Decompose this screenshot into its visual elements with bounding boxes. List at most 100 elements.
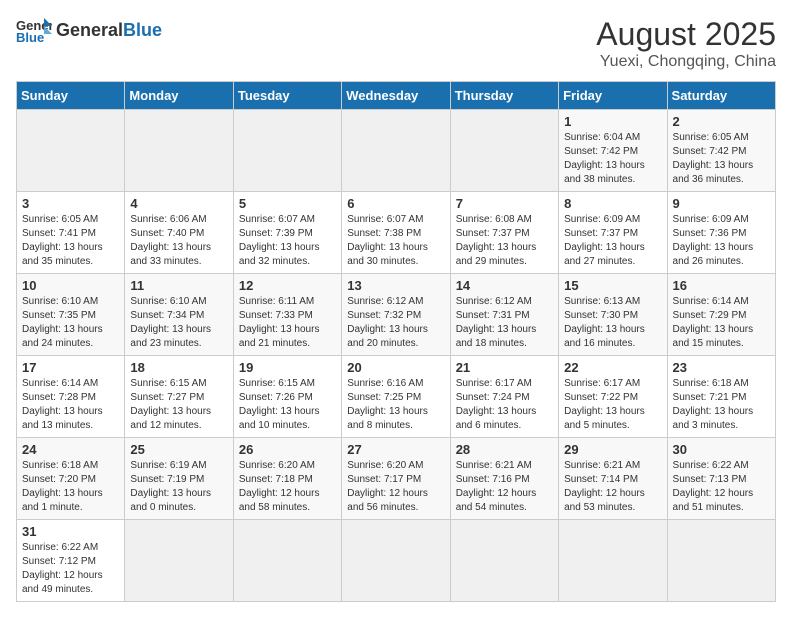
day-info: Sunrise: 6:20 AM Sunset: 7:17 PM Dayligh… [347, 459, 444, 515]
day-number: 4 [130, 196, 227, 211]
header-row: SundayMondayTuesdayWednesdayThursdayFrid… [17, 82, 776, 110]
day-info: Sunrise: 6:09 AM Sunset: 7:37 PM Dayligh… [564, 213, 661, 269]
day-cell [125, 110, 233, 192]
day-number: 9 [673, 196, 770, 211]
day-cell: 9 Sunrise: 6:09 AM Sunset: 7:36 PM Daylig… [667, 192, 775, 274]
day-cell: 23Sunrise: 6:18 AM Sunset: 7:21 PM Dayli… [667, 356, 775, 438]
day-cell: 31 Sunrise: 6:22 AM Sunset: 7:12 PM Dayli… [17, 520, 125, 602]
day-info: Sunrise: 6:09 AM Sunset: 7:36 PM Dayligh… [673, 213, 770, 269]
day-cell: 4Sunrise: 6:06 AM Sunset: 7:40 PM Daylig… [125, 192, 233, 274]
day-cell: 25 Sunrise: 6:19 AM Sunset: 7:19 PM Dayli… [125, 438, 233, 520]
header-friday: Friday [559, 82, 667, 110]
day-cell: 30Sunrise: 6:22 AM Sunset: 7:13 PM Dayli… [667, 438, 775, 520]
header-saturday: Saturday [667, 82, 775, 110]
day-cell: 26 Sunrise: 6:20 AM Sunset: 7:18 PM Dayli… [233, 438, 341, 520]
calendar-subtitle: Yuexi, Chongqing, China [596, 53, 776, 71]
day-cell [342, 110, 450, 192]
day-info: Sunrise: 6:15 AM Sunset: 7:26 PM Dayligh… [239, 377, 336, 433]
day-info: Sunrise: 6:16 AM Sunset: 7:25 PM Dayligh… [347, 377, 444, 433]
calendar-title: August 2025 [596, 16, 776, 53]
day-info: Sunrise: 6:19 AM Sunset: 7:19 PM Dayligh… [130, 459, 227, 515]
day-info: Sunrise: 6:22 AM Sunset: 7:12 PM Dayligh… [22, 541, 119, 597]
day-number: 28 [456, 442, 553, 457]
day-cell [233, 110, 341, 192]
day-info: Sunrise: 6:12 AM Sunset: 7:32 PM Dayligh… [347, 295, 444, 351]
day-cell [559, 520, 667, 602]
day-number: 10 [22, 278, 119, 293]
day-cell: 13 Sunrise: 6:12 AM Sunset: 7:32 PM Dayli… [342, 274, 450, 356]
day-info: Sunrise: 6:17 AM Sunset: 7:22 PM Dayligh… [564, 377, 661, 433]
header-sunday: Sunday [17, 82, 125, 110]
day-cell: 28Sunrise: 6:21 AM Sunset: 7:16 PM Dayli… [450, 438, 558, 520]
day-cell [342, 520, 450, 602]
header-thursday: Thursday [450, 82, 558, 110]
day-info: Sunrise: 6:04 AM Sunset: 7:42 PM Dayligh… [564, 131, 661, 187]
day-info: Sunrise: 6:10 AM Sunset: 7:35 PM Dayligh… [22, 295, 119, 351]
day-number: 11 [130, 278, 227, 293]
day-number: 5 [239, 196, 336, 211]
day-number: 14 [456, 278, 553, 293]
day-info: Sunrise: 6:18 AM Sunset: 7:20 PM Dayligh… [22, 459, 119, 515]
day-cell: 18Sunrise: 6:15 AM Sunset: 7:27 PM Dayli… [125, 356, 233, 438]
header-wednesday: Wednesday [342, 82, 450, 110]
day-number: 3 [22, 196, 119, 211]
day-info: Sunrise: 6:05 AM Sunset: 7:41 PM Dayligh… [22, 213, 119, 269]
day-cell: 24Sunrise: 6:18 AM Sunset: 7:20 PM Dayli… [17, 438, 125, 520]
week-row-1: 3 Sunrise: 6:05 AM Sunset: 7:41 PM Daylig… [17, 192, 776, 274]
day-number: 31 [22, 524, 119, 539]
week-row-3: 17 Sunrise: 6:14 AM Sunset: 7:28 PM Dayli… [17, 356, 776, 438]
day-cell: 6 Sunrise: 6:07 AM Sunset: 7:38 PM Daylig… [342, 192, 450, 274]
day-info: Sunrise: 6:17 AM Sunset: 7:24 PM Dayligh… [456, 377, 553, 433]
day-info: Sunrise: 6:14 AM Sunset: 7:28 PM Dayligh… [22, 377, 119, 433]
title-block: August 2025 Yuexi, Chongqing, China [596, 16, 776, 71]
calendar-table: SundayMondayTuesdayWednesdayThursdayFrid… [16, 81, 776, 602]
day-number: 13 [347, 278, 444, 293]
day-number: 20 [347, 360, 444, 375]
day-number: 2 [673, 114, 770, 129]
day-cell: 20 Sunrise: 6:16 AM Sunset: 7:25 PM Dayli… [342, 356, 450, 438]
day-cell: 10 Sunrise: 6:10 AM Sunset: 7:35 PM Dayli… [17, 274, 125, 356]
day-info: Sunrise: 6:22 AM Sunset: 7:13 PM Dayligh… [673, 459, 770, 515]
logo: General Blue GeneralBlue [16, 16, 162, 44]
header-tuesday: Tuesday [233, 82, 341, 110]
week-row-5: 31 Sunrise: 6:22 AM Sunset: 7:12 PM Dayli… [17, 520, 776, 602]
day-cell: 15Sunrise: 6:13 AM Sunset: 7:30 PM Dayli… [559, 274, 667, 356]
day-info: Sunrise: 6:21 AM Sunset: 7:14 PM Dayligh… [564, 459, 661, 515]
day-number: 29 [564, 442, 661, 457]
day-number: 25 [130, 442, 227, 457]
day-info: Sunrise: 6:20 AM Sunset: 7:18 PM Dayligh… [239, 459, 336, 515]
day-number: 1 [564, 114, 661, 129]
day-info: Sunrise: 6:05 AM Sunset: 7:42 PM Dayligh… [673, 131, 770, 187]
day-cell [450, 110, 558, 192]
day-number: 21 [456, 360, 553, 375]
day-info: Sunrise: 6:11 AM Sunset: 7:33 PM Dayligh… [239, 295, 336, 351]
day-info: Sunrise: 6:12 AM Sunset: 7:31 PM Dayligh… [456, 295, 553, 351]
day-number: 6 [347, 196, 444, 211]
day-number: 17 [22, 360, 119, 375]
header: General Blue GeneralBlue August 2025 Yue… [16, 16, 776, 71]
day-number: 27 [347, 442, 444, 457]
day-cell: 12Sunrise: 6:11 AM Sunset: 7:33 PM Dayli… [233, 274, 341, 356]
day-cell: 1 Sunrise: 6:04 AM Sunset: 7:42 PM Daylig… [559, 110, 667, 192]
day-cell [450, 520, 558, 602]
day-info: Sunrise: 6:15 AM Sunset: 7:27 PM Dayligh… [130, 377, 227, 433]
day-cell: 8Sunrise: 6:09 AM Sunset: 7:37 PM Daylig… [559, 192, 667, 274]
day-cell [667, 520, 775, 602]
day-cell: 17 Sunrise: 6:14 AM Sunset: 7:28 PM Dayli… [17, 356, 125, 438]
day-cell: 21 Sunrise: 6:17 AM Sunset: 7:24 PM Dayli… [450, 356, 558, 438]
day-cell: 16 Sunrise: 6:14 AM Sunset: 7:29 PM Dayli… [667, 274, 775, 356]
day-cell: 27 Sunrise: 6:20 AM Sunset: 7:17 PM Dayli… [342, 438, 450, 520]
day-cell [233, 520, 341, 602]
day-info: Sunrise: 6:13 AM Sunset: 7:30 PM Dayligh… [564, 295, 661, 351]
day-number: 16 [673, 278, 770, 293]
day-number: 26 [239, 442, 336, 457]
day-cell: 19Sunrise: 6:15 AM Sunset: 7:26 PM Dayli… [233, 356, 341, 438]
day-info: Sunrise: 6:14 AM Sunset: 7:29 PM Dayligh… [673, 295, 770, 351]
day-info: Sunrise: 6:08 AM Sunset: 7:37 PM Dayligh… [456, 213, 553, 269]
day-cell: 5Sunrise: 6:07 AM Sunset: 7:39 PM Daylig… [233, 192, 341, 274]
logo-icon: General Blue [16, 16, 52, 44]
header-monday: Monday [125, 82, 233, 110]
day-info: Sunrise: 6:07 AM Sunset: 7:38 PM Dayligh… [347, 213, 444, 269]
day-number: 7 [456, 196, 553, 211]
logo-general-text: GeneralBlue [56, 20, 162, 41]
